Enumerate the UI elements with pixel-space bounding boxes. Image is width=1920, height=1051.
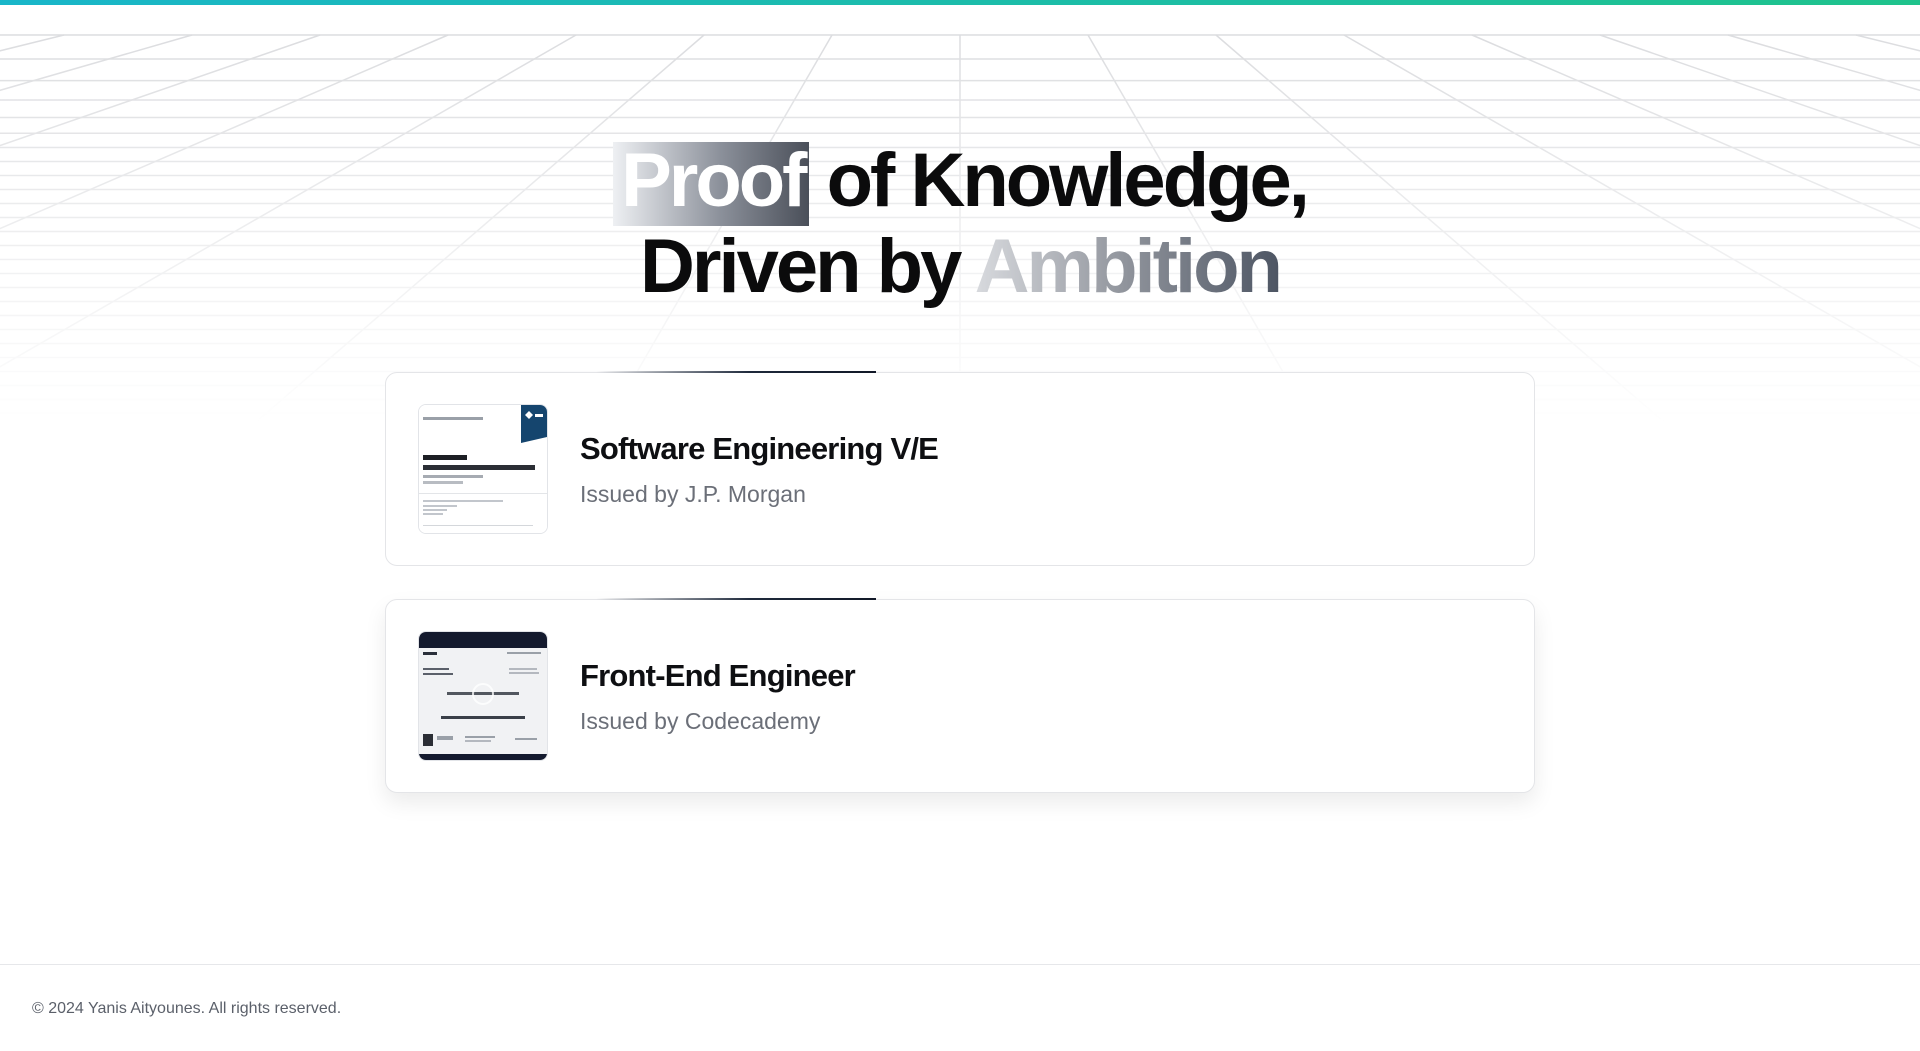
card-accent-line [596,371,876,373]
footer: © 2024 Yanis Aityounes. All rights reser… [0,964,1920,1051]
headline-line2-start: Driven by [640,224,975,309]
headline-line1-rest: of Knowledge, [808,138,1310,223]
certificate-title[interactable]: Software Engineering V/E [580,430,939,468]
certificate-card-jpmorgan[interactable]: Software Engineering V/E Issued by J.P. … [385,371,1535,566]
headline-highlight-proof: Proof [613,142,809,226]
certificate-issuer: Issued by J.P. Morgan [580,481,806,507]
certificate-text: Front-End Engineer Issued by Codecademy [580,657,856,735]
codecademy-certificate-thumbnail-icon[interactable] [418,631,548,761]
certificate-card-codecademy[interactable]: Front-End Engineer Issued by Codecademy [385,598,1535,793]
copyright-text: © 2024 Yanis Aityounes. All rights reser… [32,1000,342,1017]
hero-section: Proof of Knowledge, Driven by Ambition [0,140,1920,308]
certificate-title[interactable]: Front-End Engineer [580,657,856,695]
certificate-issuer: Issued by Codecademy [580,708,821,734]
certificate-text: Software Engineering V/E Issued by J.P. … [580,430,939,508]
jpmorgan-certificate-thumbnail-icon[interactable] [418,404,548,534]
headline-highlight-ambition: Ambition [974,224,1283,309]
card-accent-line [596,598,876,600]
page-headline: Proof of Knowledge, Driven by Ambition [0,140,1920,308]
certificates-list: Software Engineering V/E Issued by J.P. … [385,371,1535,826]
